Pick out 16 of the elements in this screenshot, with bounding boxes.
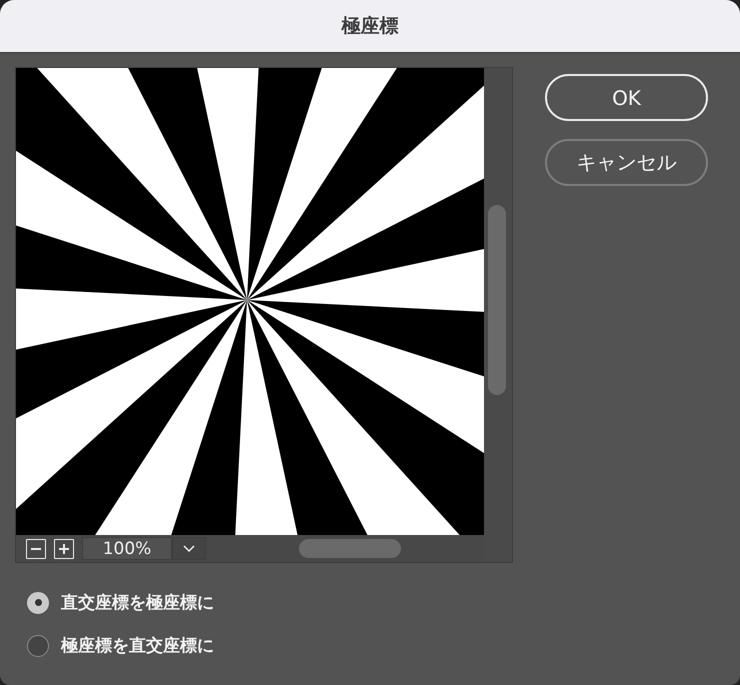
scrollbar-thumb[interactable] [299, 539, 401, 558]
cancel-button[interactable]: キャンセル [545, 139, 708, 186]
minus-icon [31, 548, 41, 550]
option-label: 極座標を直交座標に [61, 635, 214, 657]
zoom-dropdown-button[interactable] [172, 537, 206, 560]
plus-icon [59, 544, 69, 554]
chevron-down-icon [183, 545, 195, 552]
zoom-level-field[interactable]: 100% [82, 537, 172, 560]
ok-button[interactable]: OK [545, 74, 708, 121]
radio-button[interactable] [27, 634, 49, 656]
window-title: 極座標 [342, 14, 398, 39]
zoom-in-button[interactable] [54, 538, 74, 558]
radio-button[interactable] [27, 592, 49, 614]
zoom-out-button[interactable] [26, 538, 46, 558]
option-label: 直交座標を極座標に [61, 592, 214, 614]
scrollbar-thumb[interactable] [488, 205, 506, 395]
